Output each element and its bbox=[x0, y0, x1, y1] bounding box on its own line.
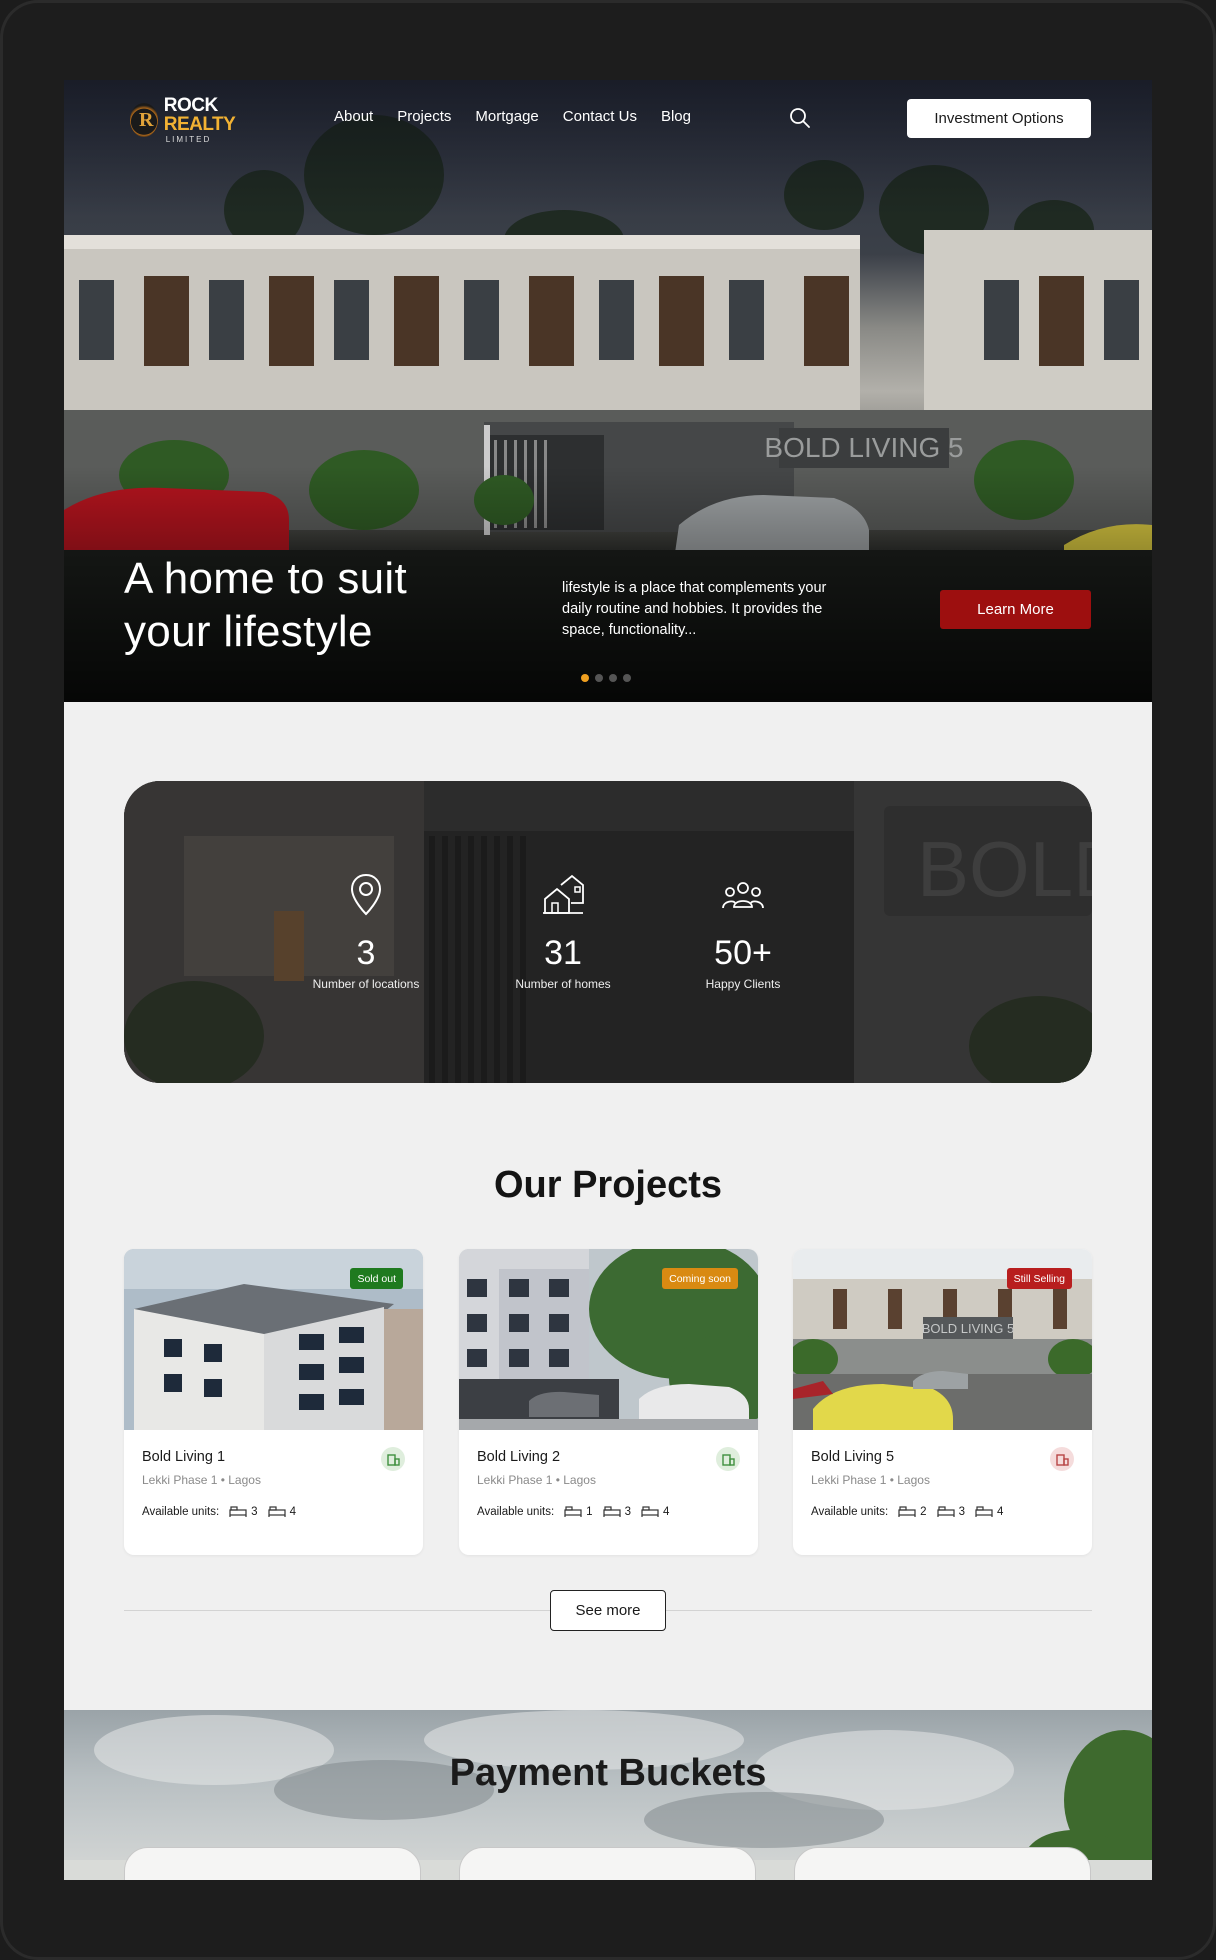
available-units: Available units: 3 4 bbox=[142, 1506, 296, 1518]
investment-options-button[interactable]: Investment Options bbox=[907, 99, 1091, 138]
carousel-dot-1[interactable] bbox=[581, 674, 589, 682]
nav-about[interactable]: About bbox=[334, 108, 373, 125]
status-badge: Coming soon bbox=[662, 1268, 738, 1289]
building-icon bbox=[716, 1447, 740, 1471]
unit-bed: 1 bbox=[564, 1506, 593, 1518]
unit-bed: 4 bbox=[641, 1506, 669, 1518]
stat-value: 31 bbox=[544, 934, 582, 972]
hero-section: BOLD LIVING 5 R bbox=[64, 80, 1152, 702]
project-location: Lekki Phase 1 • Lagos bbox=[811, 1473, 930, 1487]
unit-bed: 4 bbox=[267, 1506, 296, 1518]
people-icon bbox=[658, 871, 828, 919]
stats-banner: BOLD 3 Number of locations bbox=[124, 781, 1092, 1083]
project-card-bold-living-1[interactable]: Sold out Bold Living 1 Lekki Phase 1 • L… bbox=[124, 1249, 423, 1555]
project-card-bold-living-5[interactable]: BOLD LIVING 5 Still Selling Bold Living … bbox=[793, 1249, 1092, 1555]
bed-icon bbox=[267, 1506, 286, 1517]
nav-projects[interactable]: Projects bbox=[397, 108, 451, 125]
carousel-dot-3[interactable] bbox=[609, 674, 617, 682]
payment-bucket-card[interactable] bbox=[794, 1847, 1091, 1880]
screen: BOLD LIVING 5 R bbox=[64, 80, 1152, 1880]
project-location: Lekki Phase 1 • Lagos bbox=[477, 1473, 596, 1487]
units-label: Available units: bbox=[811, 1506, 889, 1518]
unit-bed: 3 bbox=[229, 1506, 258, 1518]
map-pin-icon bbox=[281, 871, 451, 919]
stat-label: Number of homes bbox=[515, 977, 611, 991]
see-more-button[interactable]: See more bbox=[550, 1590, 666, 1631]
hero-description: lifestyle is a place that complements yo… bbox=[562, 580, 827, 638]
unit-bed: 3 bbox=[936, 1506, 965, 1518]
units-label: Available units: bbox=[142, 1506, 220, 1518]
learn-more-button[interactable]: Learn More bbox=[940, 590, 1091, 629]
brand-logo[interactable]: R ROCK REALTY LIMITED bbox=[130, 95, 270, 144]
top-nav: R ROCK REALTY LIMITED About Projects Mor… bbox=[64, 80, 1152, 160]
search-icon[interactable] bbox=[788, 106, 812, 130]
bed-icon bbox=[975, 1506, 993, 1517]
available-units: Available units: 1 3 4 bbox=[477, 1506, 669, 1518]
bed-icon bbox=[641, 1506, 659, 1517]
hero-title: A home to suit your lifestyle bbox=[124, 554, 408, 656]
bed-icon bbox=[936, 1506, 955, 1517]
projects-title: Our Projects bbox=[493, 1164, 723, 1206]
brand-name-part2: REALTY bbox=[163, 114, 236, 135]
bed-icon bbox=[564, 1506, 582, 1517]
svg-text:BOLD LIVING 5: BOLD LIVING 5 bbox=[922, 1321, 1014, 1336]
project-location: Lekki Phase 1 • Lagos bbox=[142, 1473, 261, 1487]
carousel-dots bbox=[581, 674, 631, 682]
stat-homes: 31 Number of homes bbox=[478, 871, 648, 991]
payment-buckets-title: Payment Buckets bbox=[449, 1752, 767, 1794]
project-card-bold-living-2[interactable]: Coming soon Bold Living 2 Lekki Phase 1 … bbox=[459, 1249, 758, 1555]
brand-name-part1: ROCK bbox=[163, 95, 218, 116]
stat-clients: 50+ Happy Clients bbox=[658, 871, 828, 991]
logo-mark-icon: R bbox=[130, 103, 158, 137]
stat-label: Happy Clients bbox=[705, 977, 781, 991]
houses-icon bbox=[478, 871, 648, 919]
stat-label: Number of locations bbox=[312, 977, 420, 991]
bed-icon bbox=[602, 1506, 621, 1517]
status-badge: Still Selling bbox=[1006, 1268, 1072, 1289]
project-name: Bold Living 2 bbox=[477, 1449, 561, 1465]
unit-bed: 3 bbox=[602, 1506, 631, 1518]
stat-value: 50+ bbox=[714, 934, 772, 972]
building-icon bbox=[1050, 1447, 1074, 1471]
tablet-frame: BOLD LIVING 5 R bbox=[0, 0, 1216, 1960]
status-badge: Sold out bbox=[350, 1268, 403, 1289]
units-label: Available units: bbox=[477, 1506, 555, 1518]
carousel-dot-4[interactable] bbox=[623, 674, 631, 682]
payment-bucket-card[interactable] bbox=[124, 1847, 421, 1880]
payment-buckets-section: Payment Buckets bbox=[64, 1710, 1152, 1880]
project-cards: Sold out Bold Living 1 Lekki Phase 1 • L… bbox=[124, 1249, 1092, 1555]
bed-icon bbox=[898, 1506, 916, 1517]
payment-bucket-card[interactable] bbox=[459, 1847, 756, 1880]
available-units: Available units: 2 3 4 bbox=[811, 1506, 1003, 1518]
stat-locations: 3 Number of locations bbox=[281, 871, 451, 991]
project-name: Bold Living 1 bbox=[142, 1449, 226, 1465]
project-name: Bold Living 5 bbox=[811, 1449, 895, 1465]
bed-icon bbox=[229, 1506, 247, 1517]
carousel-dot-2[interactable] bbox=[595, 674, 603, 682]
nav-blog[interactable]: Blog bbox=[661, 108, 691, 125]
nav-contact-us[interactable]: Contact Us bbox=[563, 108, 637, 125]
stat-value: 3 bbox=[356, 934, 376, 972]
unit-bed: 2 bbox=[898, 1506, 927, 1518]
nav-links: About Projects Mortgage Contact Us Blog bbox=[334, 108, 715, 125]
unit-bed: 4 bbox=[975, 1506, 1003, 1518]
building-icon bbox=[381, 1447, 405, 1471]
brand-subtitle: LIMITED bbox=[165, 135, 212, 144]
nav-mortgage[interactable]: Mortgage bbox=[475, 108, 538, 125]
